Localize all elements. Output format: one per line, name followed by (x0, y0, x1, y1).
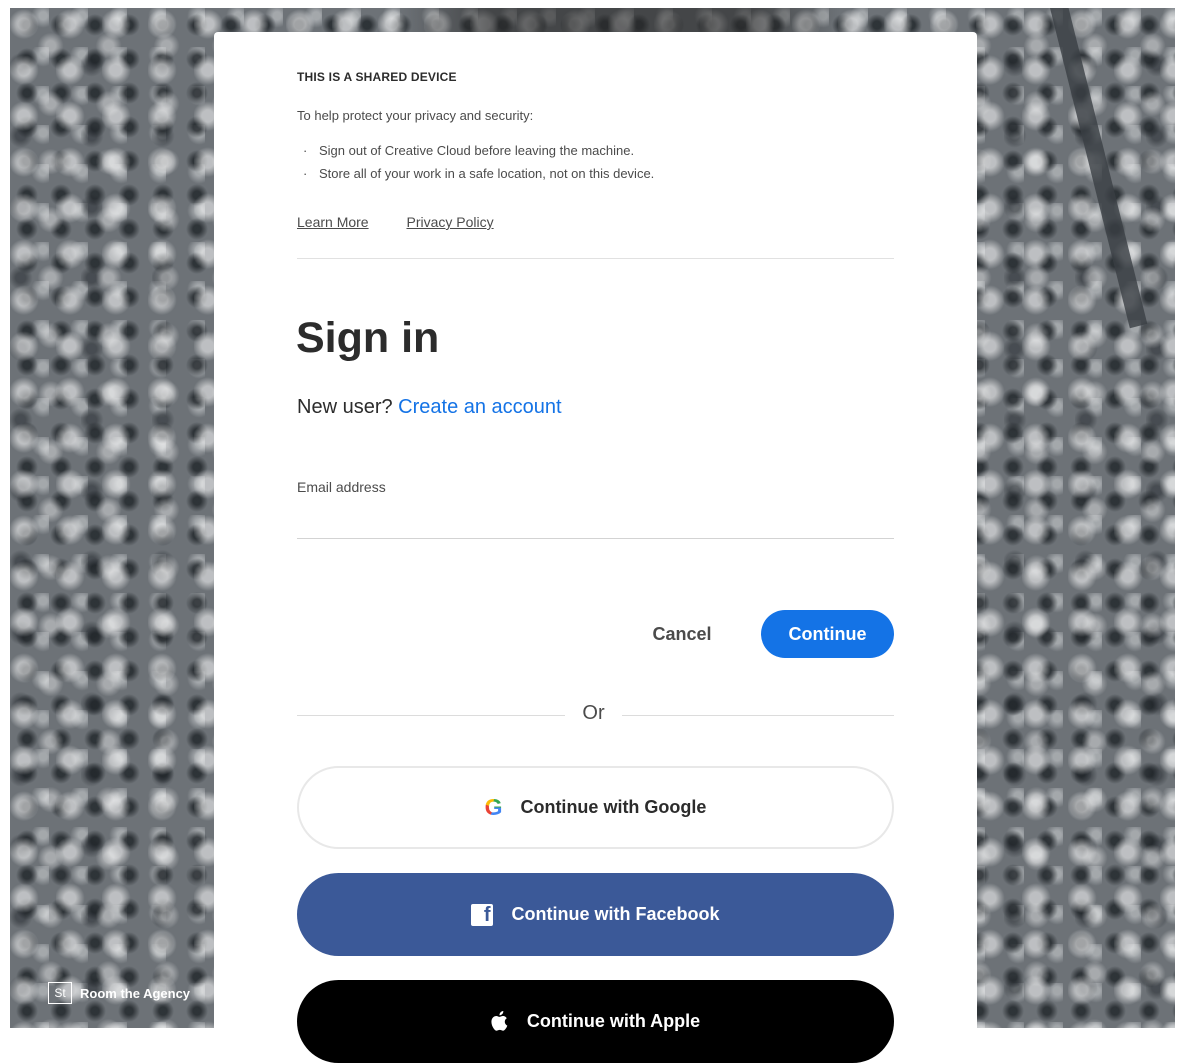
apple-button-label: Continue with Apple (526, 1011, 701, 1031)
shared-device-title: THIS IS A SHARED DEVICE (297, 70, 457, 84)
apple-icon (491, 1011, 509, 1032)
or-divider-left (297, 715, 565, 716)
or-divider-right (622, 715, 894, 716)
background-road (400, 8, 840, 32)
or-separator: Or (582, 702, 605, 724)
shared-device-list: · Sign out of Creative Cloud before leav… (297, 142, 654, 188)
create-account-link[interactable]: Create an account (398, 396, 561, 418)
stock-badge-icon: St (48, 982, 72, 1004)
signin-card: THIS IS A SHARED DEVICE To help protect … (214, 32, 977, 1063)
privacy-policy-link[interactable]: Privacy Policy (406, 214, 493, 230)
divider (297, 258, 894, 259)
facebook-icon: f (471, 903, 494, 926)
continue-with-facebook-button[interactable]: f Continue with Facebook (297, 873, 894, 956)
bullet: · (303, 143, 308, 158)
notice-links: Learn More Privacy Policy (297, 214, 528, 230)
google-icon: G (484, 794, 503, 820)
new-user-prefix: New user? (297, 396, 393, 418)
email-field[interactable] (297, 507, 894, 539)
page-title: Sign in (296, 314, 440, 362)
new-user-line: New user? Create an account (297, 396, 562, 419)
email-label: Email address (297, 479, 386, 495)
continue-button[interactable]: Continue (761, 610, 894, 658)
continue-with-apple-button[interactable]: Continue with Apple (297, 980, 894, 1063)
cancel-button[interactable]: Cancel (634, 610, 730, 658)
learn-more-link[interactable]: Learn More (297, 214, 369, 230)
list-item: · Sign out of Creative Cloud before leav… (297, 142, 654, 165)
google-button-label: Continue with Google (520, 797, 707, 817)
shared-device-intro: To help protect your privacy and securit… (297, 108, 534, 123)
background-road-side (1050, 8, 1148, 329)
list-item-text: Store all of your work in a safe locatio… (319, 166, 655, 181)
list-item-text: Sign out of Creative Cloud before leavin… (319, 143, 635, 158)
continue-with-google-button[interactable]: G Continue with Google (297, 766, 894, 849)
list-item: · Store all of your work in a safe locat… (297, 165, 654, 188)
bullet: · (303, 166, 308, 181)
credit-text: Room the Agency (80, 985, 191, 1001)
facebook-button-label: Continue with Facebook (511, 904, 720, 924)
image-credit: St Room the Agency (48, 982, 190, 1004)
